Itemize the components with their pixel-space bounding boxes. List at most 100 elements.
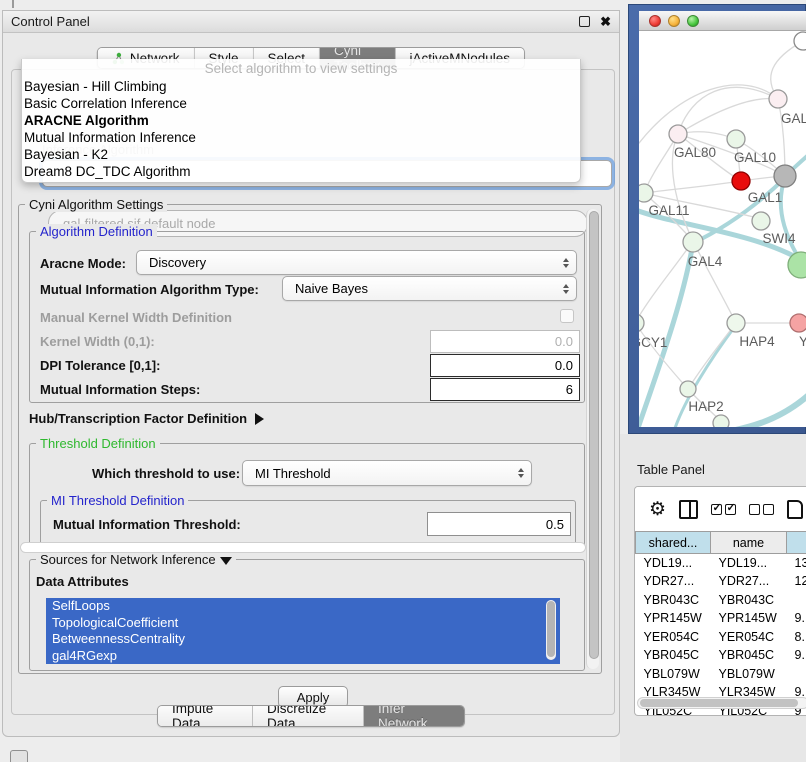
node-label: GAL11 [648, 203, 689, 218]
network-node[interactable] [727, 314, 745, 332]
network-node[interactable] [790, 314, 806, 332]
network-node[interactable] [774, 165, 796, 187]
network-node[interactable] [713, 415, 729, 427]
window-top-notch [12, 0, 14, 8]
network-node[interactable] [639, 184, 653, 202]
network-node[interactable] [683, 232, 703, 252]
table-row[interactable]: YBL079WYBL079W [636, 665, 806, 684]
sources-title[interactable]: Sources for Network Inference [36, 552, 236, 567]
tab-impute-data[interactable]: Impute Data [158, 706, 253, 726]
network-node[interactable] [794, 32, 806, 50]
node-label: HAP4 [739, 334, 775, 349]
float-window-icon[interactable] [579, 16, 590, 27]
mi-threshold-value: 0.5 [546, 517, 564, 532]
attribute-item[interactable]: SelfLoops [46, 598, 560, 615]
manual-kernel-checkbox[interactable] [560, 309, 574, 323]
mi-steps-field[interactable]: 6 [430, 378, 580, 401]
table-row[interactable]: YBR045CYBR045C9. [636, 646, 806, 665]
network-node[interactable] [669, 125, 687, 143]
tab-label: Discretize Data [267, 705, 349, 727]
dropdown-item-mutual-information-inference[interactable]: Mutual Information Inference [22, 129, 580, 146]
dropdown-item-aracne-algorithm[interactable]: ARACNE Algorithm [22, 112, 580, 129]
gear-icon[interactable]: ⚙ [649, 500, 666, 519]
network-window-titlebar[interactable] [639, 11, 806, 31]
tab-infer-network[interactable]: Infer Network [364, 706, 464, 726]
network-edge [678, 87, 778, 134]
network-canvas[interactable]: GALGAL80GAL10GAL1GAL11SWI4GAL4GCY1HAP4YH… [639, 31, 806, 427]
table-row[interactable]: YPR145WYPR145W9. [636, 609, 806, 628]
kernel-width-field[interactable]: 0.0 [430, 330, 580, 353]
table-cell: YBR045C [711, 646, 787, 665]
corner-grid-button[interactable] [10, 750, 28, 762]
zoom-traffic-light[interactable] [687, 15, 699, 27]
dropdown-item-bayesian-hill-climbing[interactable]: Bayesian - Hill Climbing [22, 78, 580, 95]
network-node[interactable] [732, 172, 750, 190]
control-panel-titlebar[interactable]: Control Panel ✖ [3, 11, 619, 33]
cyni-bottom-tabs: Impute Data Discretize Data Infer Network [157, 705, 465, 727]
attribute-item[interactable]: TopologicalCoefficient [46, 615, 560, 632]
table-horizontal-scrollbar[interactable] [637, 697, 806, 709]
mi-steps-value: 6 [566, 382, 573, 397]
network-graph: GALGAL80GAL10GAL1GAL11SWI4GAL4GCY1HAP4YH… [639, 31, 806, 427]
data-attributes-list[interactable]: SelfLoopsTopologicalCoefficientBetweenne… [46, 598, 560, 664]
dropdown-item-basic-correlation-inference[interactable]: Basic Correlation Inference [22, 95, 580, 112]
table-toolbar: ⚙ [635, 487, 806, 531]
network-view-window[interactable]: GALGAL80GAL10GAL1GAL11SWI4GAL4GCY1HAP4YH… [628, 4, 806, 434]
select-all-columns-icon[interactable] [711, 504, 736, 515]
network-edge [644, 181, 741, 193]
attribute-item[interactable]: BetweennessCentrality [46, 631, 560, 648]
attribute-item[interactable]: gal4RGexp [46, 648, 560, 665]
kernel-width-value: 0.0 [555, 334, 573, 349]
settings-horizontal-scrollbar[interactable] [20, 542, 586, 553]
table-cell: YBR043C [711, 591, 787, 610]
settings-scrollbar[interactable] [586, 209, 599, 669]
node-label: GCY1 [639, 335, 667, 350]
network-node[interactable] [727, 130, 745, 148]
dropdown-item-bayesian-k2[interactable]: Bayesian - K2 [22, 146, 580, 163]
tab-label: Infer Network [378, 705, 450, 727]
table-cell: YER054C [636, 628, 711, 647]
table-cell: 13 [787, 554, 806, 573]
network-node[interactable] [769, 90, 787, 108]
column-header[interactable]: A [787, 532, 806, 554]
table-row[interactable]: YDL19...YDL19...13 [636, 554, 806, 573]
mi-threshold-field[interactable]: 0.5 [427, 512, 571, 536]
network-node[interactable] [752, 212, 770, 230]
dpi-tolerance-field[interactable]: 0.0 [430, 354, 580, 377]
deselect-all-columns-icon[interactable] [749, 504, 774, 515]
mi-type-label: Mutual Information Algorithm Type: [40, 282, 259, 297]
stepper-arrows-icon [563, 258, 569, 268]
aracne-mode-combobox[interactable]: Discovery [136, 250, 577, 275]
table-panel-card: ⚙ shared...nameA YDL19...YDL19...13YDR27… [634, 486, 806, 716]
threshold-definition-group: Threshold Definition Which threshold to … [29, 443, 585, 551]
column-header[interactable]: name [711, 532, 787, 554]
network-view-inner: GALGAL80GAL10GAL1GAL11SWI4GAL4GCY1HAP4YH… [639, 11, 806, 427]
table-cell: YER054C [711, 628, 787, 647]
mi-threshold-title: MI Threshold Definition [47, 493, 188, 508]
node-table[interactable]: shared...nameA YDL19...YDL19...13YDR27..… [635, 531, 806, 716]
table-row[interactable]: YDR27...YDR27...12 [636, 572, 806, 591]
export-table-icon[interactable] [787, 500, 803, 519]
network-node[interactable] [639, 314, 644, 332]
attribute-list-scrollbar[interactable] [546, 600, 556, 660]
mi-type-combobox[interactable]: Naive Bayes [282, 276, 577, 301]
minimize-traffic-light[interactable] [668, 15, 680, 27]
node-label: GAL80 [674, 145, 716, 160]
which-threshold-combobox[interactable]: MI Threshold [242, 460, 532, 486]
table-row[interactable]: YER054CYER054C8. [636, 628, 806, 647]
mi-threshold-group: MI Threshold Definition Mutual Informati… [40, 500, 576, 546]
table-row[interactable]: YBR043CYBR043C [636, 591, 806, 610]
columns-icon[interactable] [679, 500, 698, 519]
tab-discretize-data[interactable]: Discretize Data [253, 706, 364, 726]
which-threshold-value: MI Threshold [255, 466, 331, 481]
node-label: GAL4 [688, 254, 723, 269]
close-traffic-light[interactable] [649, 15, 661, 27]
table-cell: 8. [787, 628, 806, 647]
close-icon[interactable]: ✖ [600, 15, 611, 28]
network-node[interactable] [680, 381, 696, 397]
hub-definition-expander[interactable]: Hub/Transcription Factor Definition [29, 411, 264, 426]
dropdown-item-dream8-dc-tdc-algorithm[interactable]: Dream8 DC_TDC Algorithm [22, 163, 580, 180]
node-label: GAL [781, 111, 806, 126]
threshold-definition-title: Threshold Definition [36, 436, 160, 451]
column-header[interactable]: shared... [636, 532, 711, 554]
